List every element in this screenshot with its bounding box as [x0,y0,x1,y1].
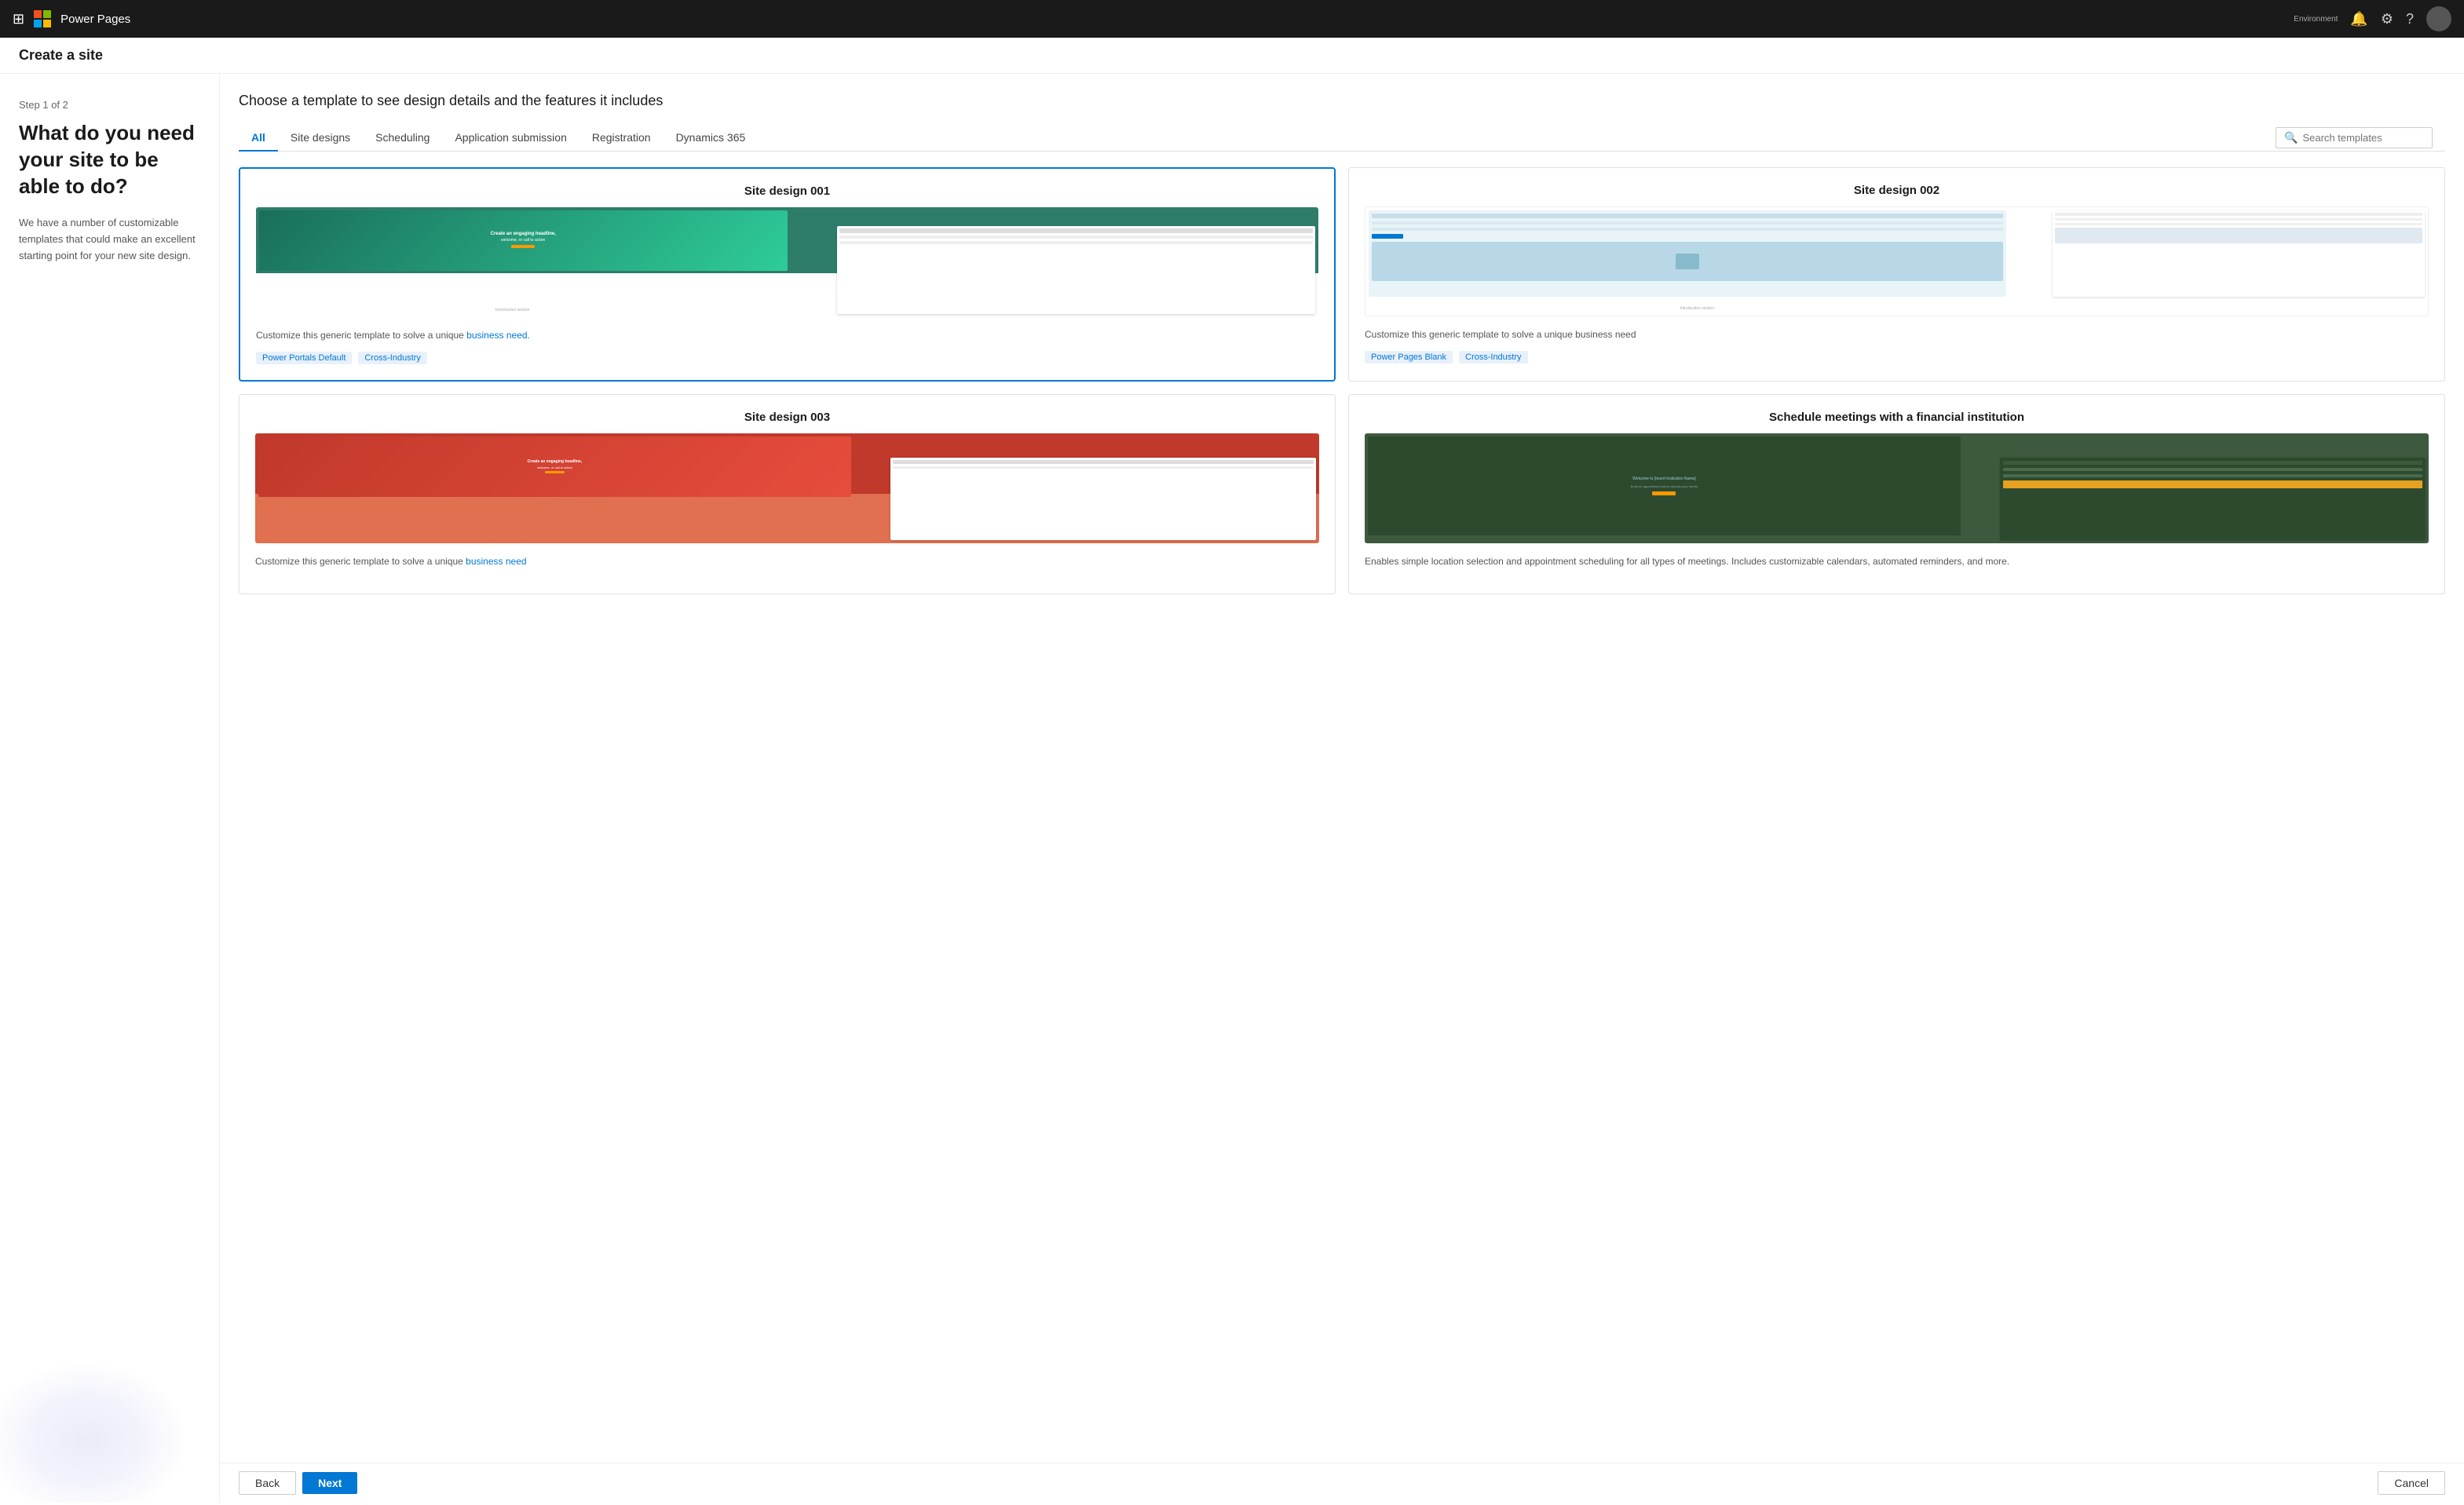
template-desc-002: Customize this generic template to solve… [1365,327,2429,342]
template-preview-001: Create an engaging headline, welcome, or… [256,207,1318,317]
template-desc-schedule: Enables simple location selection and ap… [1365,554,2429,568]
template-card-site-design-003[interactable]: Site design 003 Create an engaging headl… [239,394,1336,594]
preview-side-002 [2053,210,2425,297]
top-nav: ⊞ Power Pages Environment 🔔 ⚙ ? [0,0,2464,38]
settings-icon[interactable]: ⚙ [2381,11,2393,27]
template-tags-002: Power Pages Blank Cross-Industry [1365,351,2429,363]
preview-image-003: Create an engaging headline, welcome, or… [255,433,1319,543]
tab-site-designs[interactable]: Site designs [278,125,363,152]
template-desc-003: Customize this generic template to solve… [255,554,1319,568]
preview-image-schedule: Welcome to [Insert Institution Name] Boo… [1365,433,2429,543]
content-header: Choose a template to see design details … [220,74,2464,152]
search-icon: 🔍 [2284,131,2298,144]
template-preview-schedule: Welcome to [Insert Institution Name] Boo… [1365,433,2429,543]
content-title: Choose a template to see design details … [239,93,2445,109]
bell-icon[interactable]: 🔔 [2350,11,2367,27]
search-box[interactable]: 🔍 [2276,127,2433,148]
user-avatar[interactable] [2426,6,2451,31]
environment-label: Environment [2294,15,2338,24]
template-title-003: Site design 003 [255,411,1319,424]
next-button[interactable]: Next [302,1472,357,1494]
microsoft-logo [34,10,51,27]
template-desc-link-001: business need. [466,330,530,341]
template-title-002: Site design 002 [1365,184,2429,197]
templates-grid: Site design 001 Create an engaging headl… [220,152,2464,1463]
tab-application-submission[interactable]: Application submission [442,125,579,152]
preview-image-002: Introduction section [1365,206,2429,316]
page-header: Create a site [0,38,2464,74]
template-card-site-design-002[interactable]: Site design 002 [1348,167,2445,382]
back-button[interactable]: Back [239,1471,296,1495]
sidebar-heading: What do you need your site to be able to… [19,120,200,199]
tag-cross-industry-001: Cross-Industry [358,352,427,364]
step-indicator: Step 1 of 2 [19,99,200,111]
template-desc-001: Customize this generic template to solve… [256,328,1318,342]
template-card-schedule-meetings[interactable]: Schedule meetings with a financial insti… [1348,394,2445,594]
template-tags-001: Power Portals Default Cross-Industry [256,352,1318,364]
tag-cross-industry-002: Cross-Industry [1459,351,1528,363]
environment-area: Environment [2294,15,2338,24]
main-layout: Step 1 of 2 What do you need your site t… [0,74,2464,1503]
help-icon[interactable]: ? [2406,11,2414,27]
preview-detail-schedule [2000,458,2426,540]
bottom-bar: Back Next Cancel [220,1463,2464,1503]
tag-power-portals-default: Power Portals Default [256,352,352,364]
tab-dynamics365[interactable]: Dynamics 365 [664,125,759,152]
tab-all[interactable]: All [239,125,278,152]
tab-registration[interactable]: Registration [579,125,664,152]
sidebar-decoration [0,1361,188,1503]
nav-right: Environment 🔔 ⚙ ? [2294,6,2451,31]
template-preview-002: Introduction section [1365,206,2429,316]
template-tabs: All Site designs Scheduling Application … [239,125,2445,152]
sidebar: Step 1 of 2 What do you need your site t… [0,74,220,1503]
template-title-schedule: Schedule meetings with a financial insti… [1365,411,2429,424]
preview-image-001: Create an engaging headline, welcome, or… [256,207,1318,317]
template-desc-link-003: business need [466,556,526,567]
preview-detail-001 [837,226,1315,314]
preview-main-002 [1369,210,2006,297]
tab-scheduling[interactable]: Scheduling [363,125,442,152]
page-title: Create a site [19,47,103,63]
template-preview-003: Create an engaging headline, welcome, or… [255,433,1319,543]
apps-icon[interactable]: ⊞ [13,11,24,27]
content-area: Choose a template to see design details … [220,74,2464,1503]
preview-detail-003 [890,458,1316,540]
tag-power-pages-blank: Power Pages Blank [1365,351,1453,363]
cancel-button[interactable]: Cancel [2378,1471,2445,1495]
template-card-site-design-001[interactable]: Site design 001 Create an engaging headl… [239,167,1336,382]
nav-logo: Power Pages [34,10,130,27]
app-title: Power Pages [60,13,130,26]
search-input[interactable] [2302,132,2420,144]
template-title-001: Site design 001 [256,184,1318,198]
sidebar-description: We have a number of customizable templat… [19,215,200,264]
